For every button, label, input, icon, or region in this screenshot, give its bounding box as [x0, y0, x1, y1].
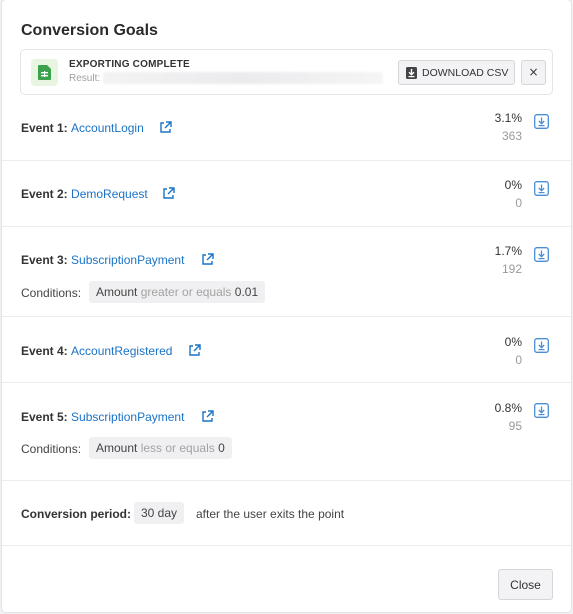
event-row: Event 3: SubscriptionPayment 1.7% 192 Co…	[2, 226, 571, 317]
external-link-icon[interactable]	[159, 121, 172, 134]
event-name-link[interactable]: DemoRequest	[71, 187, 148, 201]
event-name-link[interactable]: AccountRegistered	[71, 344, 172, 358]
event-row: Event 5: SubscriptionPayment 0.8% 95 Con…	[2, 382, 571, 480]
conversion-period-value: 30 day	[134, 502, 185, 524]
external-link-icon[interactable]	[162, 187, 175, 200]
event-row: Event 1: AccountLogin 3.1% 363	[2, 95, 571, 161]
external-link-icon[interactable]	[201, 410, 214, 423]
download-csv-button[interactable]: DOWNLOAD CSV	[398, 60, 515, 85]
event-count: 192	[501, 262, 522, 276]
conditions-label: Conditions:	[21, 286, 82, 300]
download-box-icon[interactable]	[534, 114, 549, 129]
event-percentage: 0.8%	[494, 401, 522, 415]
export-result-link[interactable]	[103, 72, 383, 84]
download-box-icon[interactable]	[534, 338, 549, 353]
event-count: 363	[501, 129, 522, 143]
event-percentage: 0%	[504, 178, 522, 192]
event-percentage: 0%	[504, 335, 522, 349]
event-name-link[interactable]: SubscriptionPayment	[71, 410, 184, 424]
event-percentage: 1.7%	[494, 244, 522, 258]
export-status: EXPORTING COMPLETE	[69, 59, 190, 70]
conversion-period-row: Conversion period: 30 day after the user…	[2, 480, 571, 546]
event-name-link[interactable]: AccountLogin	[71, 121, 144, 135]
spreadsheet-icon	[31, 59, 58, 86]
download-box-icon[interactable]	[534, 181, 549, 196]
close-button[interactable]: Close	[498, 569, 553, 600]
event-name-link[interactable]: SubscriptionPayment	[71, 253, 184, 267]
event-percentage: 3.1%	[494, 111, 522, 125]
download-csv-label: DOWNLOAD CSV	[422, 67, 509, 79]
conversion-period-label: Conversion period:	[21, 507, 132, 521]
event-count: 0	[515, 353, 522, 367]
event-label: Event 2: DemoRequest	[21, 187, 148, 201]
download-box-icon[interactable]	[534, 403, 549, 418]
event-label: Event 3: SubscriptionPayment	[21, 253, 185, 267]
dismiss-export-button[interactable]: ×	[521, 60, 546, 85]
conversion-period-description: after the user exits the point	[196, 507, 345, 521]
event-label: Event 5: SubscriptionPayment	[21, 410, 185, 424]
event-row: Event 2: DemoRequest 0% 0	[2, 160, 571, 226]
conditions-label: Conditions:	[21, 442, 82, 456]
conversion-goals-modal: Conversion Goals EXPORTING COMPLETE Resu…	[2, 0, 571, 612]
export-result-label: Result:	[69, 73, 101, 84]
download-box-icon[interactable]	[534, 247, 549, 262]
event-row: Event 4: AccountRegistered 0% 0	[2, 316, 571, 382]
download-icon	[406, 67, 417, 79]
event-count: 0	[515, 196, 522, 210]
event-label: Event 1: AccountLogin	[21, 121, 144, 135]
condition-chip: Amount greater or equals 0.01	[89, 281, 266, 303]
external-link-icon[interactable]	[201, 253, 214, 266]
event-label: Event 4: AccountRegistered	[21, 344, 173, 358]
condition-chip: Amount less or equals 0	[89, 437, 232, 459]
event-count: 95	[508, 419, 522, 433]
modal-title: Conversion Goals	[21, 22, 158, 39]
external-link-icon[interactable]	[188, 344, 201, 357]
export-banner: EXPORTING COMPLETE Result: DOWNLOAD CSV …	[20, 49, 553, 95]
